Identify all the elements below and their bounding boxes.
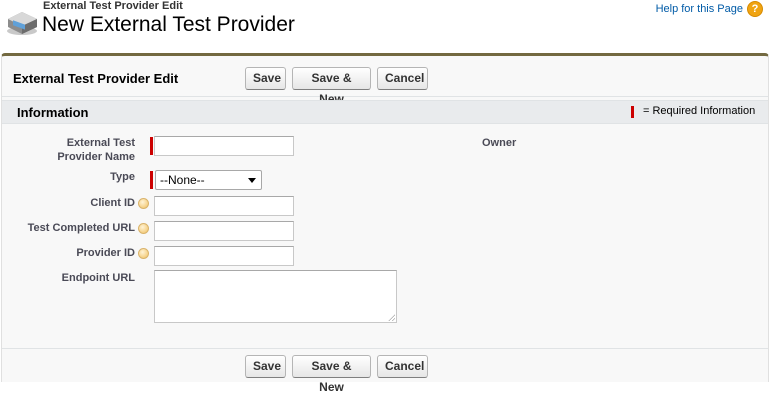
edit-panel-title: External Test Provider Edit <box>13 71 179 86</box>
client-id-label: Client ID <box>90 197 135 209</box>
owner-label: Owner <box>482 137 517 149</box>
required-marker-legend <box>631 106 634 118</box>
cancel-button-top[interactable]: Cancel <box>377 67 428 90</box>
cancel-button-bottom[interactable]: Cancel <box>377 355 428 378</box>
endpoint-url-label: Endpoint URL <box>61 272 135 284</box>
info-icon[interactable] <box>138 223 149 234</box>
breadcrumb: External Test Provider Edit <box>43 0 183 12</box>
chevron-down-icon <box>248 178 256 183</box>
help-link[interactable]: Help for this Page <box>656 3 743 15</box>
name-label: External Test Provider Name <box>57 137 135 163</box>
name-field[interactable] <box>154 136 294 156</box>
test-completed-url-label: Test Completed URL <box>27 222 135 234</box>
save-new-button-bottom[interactable]: Save & New <box>292 355 371 394</box>
resize-grip-icon[interactable] <box>388 314 395 321</box>
save-new-button-top[interactable]: Save & New <box>292 67 371 106</box>
section-title: Information <box>17 105 89 120</box>
type-selected-value: --None-- <box>160 173 205 187</box>
help-icon[interactable]: ? <box>747 1 763 17</box>
save-button-bottom[interactable]: Save <box>245 355 286 378</box>
save-button-top[interactable]: Save <box>245 67 286 90</box>
endpoint-url-textarea[interactable] <box>154 270 397 323</box>
required-marker <box>150 137 153 155</box>
bottom-button-bar: Save Save & New Cancel <box>2 348 768 394</box>
type-select[interactable]: --None-- <box>155 170 262 190</box>
client-id-field[interactable] <box>154 196 294 216</box>
provider-id-label: Provider ID <box>76 247 135 259</box>
test-completed-url-field[interactable] <box>154 221 294 241</box>
info-icon[interactable] <box>138 248 149 259</box>
required-legend: = Required Information <box>643 105 756 117</box>
top-button-bar: External Test Provider Edit Save Save & … <box>2 56 768 106</box>
info-icon[interactable] <box>138 198 149 209</box>
type-label: Type <box>110 171 135 183</box>
edit-panel: External Test Provider Edit Save Save & … <box>1 53 769 394</box>
required-marker <box>150 171 153 189</box>
provider-id-field[interactable] <box>154 246 294 266</box>
information-section-header: Information = Required Information <box>2 100 768 124</box>
external-test-provider-icon <box>4 7 40 37</box>
page-title: New External Test Provider <box>42 13 295 36</box>
